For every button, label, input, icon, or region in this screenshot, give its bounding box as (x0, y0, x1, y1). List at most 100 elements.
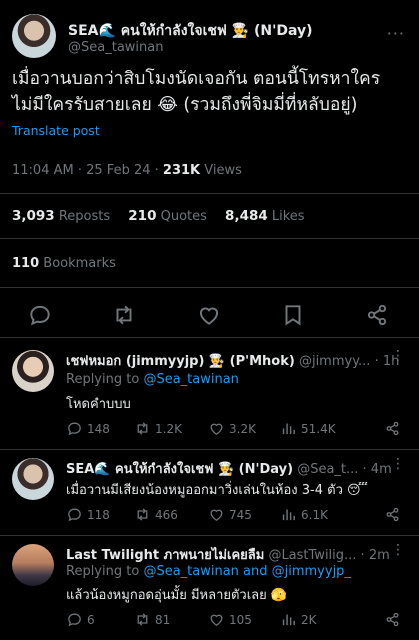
repost-icon[interactable] (111, 302, 137, 328)
views-count: 6.1K (301, 507, 328, 522)
reply-text: เมื่อวานมีเสียงน้องหมูออกมาวิ่งเล่นในห้อ… (66, 483, 368, 498)
replying-to: Replying to @Sea_tawinan and @jimmyyjp_ (66, 564, 351, 579)
like-icon (210, 423, 223, 435)
reply-action-reply[interactable]: 6 (66, 611, 95, 628)
author-handle[interactable]: @Sea_tawinan (68, 40, 163, 55)
quotes-count[interactable]: 210 (128, 208, 156, 224)
reply-action-reply[interactable]: 118 (66, 506, 110, 523)
like-icon (210, 509, 223, 521)
reply-action-views[interactable]: 51.4K (280, 420, 336, 437)
translate-post-link[interactable]: Translate post (12, 123, 100, 138)
reply-display-name[interactable]: SEA🌊 คนให้กำลังใจเชฟ 👨‍🍳 (N'Day) (66, 462, 293, 477)
reply-header: เชฟหมอก (jimmyyjp) 👨‍🍳 (P'Mhok) @jimmyy.… (66, 350, 406, 371)
reposts-label[interactable]: Reposts (59, 209, 110, 224)
repost-icon (137, 613, 148, 626)
repost-icon (137, 422, 148, 435)
reply-actions: 118 466 745 6.1K (66, 506, 406, 526)
reply-display-name[interactable]: เชฟหมอก (jimmyyjp) 👨‍🍳 (P'Mhok) (66, 354, 295, 369)
replying-to-link[interactable]: @Sea_tawinan (143, 372, 238, 387)
views-count: 2K (301, 612, 317, 627)
author-display-name[interactable]: SEA🌊 คนให้กำลังใจเชฟ 👨‍🍳 (N'Day) (68, 20, 313, 42)
main-tweet: SEA🌊 คนให้กำลังใจเชฟ 👨‍🍳 (N'Day) @Sea_ta… (0, 0, 419, 340)
tweet-actions (0, 298, 419, 332)
reply-actions: 6 81 105 2K (66, 611, 406, 631)
tweet-text: เมื่อวานบอกว่าสิบโมงนัดเจอกัน ตอนนี้โทรห… (12, 69, 381, 115)
divider (0, 287, 419, 288)
reply-handle-time[interactable]: @Sea_t... · 4m (297, 462, 392, 477)
more-icon[interactable]: ⋮ (391, 348, 405, 364)
repost-icon (137, 508, 148, 521)
reply-handle-time[interactable]: @LastTwilig... · 2m (268, 548, 389, 563)
reply-text: แล้วน้องหมูกอดอุ่นมั้ย มีหลายตัวเลย 🫣 (66, 588, 288, 603)
tweet-date[interactable]: 25 Feb 24 (86, 163, 150, 178)
reply-icon (68, 422, 81, 436)
reply-avatar[interactable] (12, 544, 54, 586)
reply-text: โหดคำบบบ (66, 397, 131, 412)
reply-actions: 148 1.2K 3.2K 51.4K (66, 420, 406, 440)
reply-count: 148 (87, 421, 110, 436)
reply-action-views[interactable]: 2K (280, 611, 317, 628)
bookmarks-stat[interactable]: 110 Bookmarks (12, 256, 116, 271)
like-count: 3.2K (229, 421, 256, 436)
author-avatar[interactable] (12, 14, 56, 58)
reply-action-views[interactable]: 6.1K (280, 506, 328, 523)
bookmark-icon[interactable] (280, 302, 306, 328)
share-icon[interactable] (384, 506, 401, 523)
like-icon[interactable] (196, 302, 222, 328)
share-icon[interactable] (384, 611, 401, 628)
reply-action-like[interactable]: 3.2K (208, 420, 256, 437)
replying-to: Replying to @Sea_tawinan (66, 372, 239, 387)
bookmarks-count: 110 (12, 256, 40, 271)
divider (0, 238, 419, 239)
views-icon (282, 614, 295, 626)
quotes-label[interactable]: Quotes (161, 209, 207, 224)
reply-icon (68, 613, 81, 627)
like-count: 105 (229, 612, 252, 627)
reply-action-like[interactable]: 105 (208, 611, 252, 628)
like-count: 745 (229, 507, 252, 522)
likes-count[interactable]: 8,484 (225, 208, 268, 224)
reply-count: 6 (87, 612, 95, 627)
like-icon (210, 614, 223, 626)
engagement-stats: 3,093 Reposts 210 Quotes 8,484 Likes (12, 208, 305, 224)
repost-count: 1.2K (155, 421, 182, 436)
reply-avatar[interactable] (12, 350, 54, 392)
views-label: Views (204, 163, 242, 178)
replying-to-link[interactable]: @Sea_tawinan and @jimmyyjp_ (143, 564, 351, 579)
reply-item[interactable]: SEA🌊 คนให้กำลังใจเชฟ 👨‍🍳 (N'Day) @Sea_t.… (0, 450, 419, 536)
reply-action-repost[interactable]: 1.2K (134, 420, 182, 437)
repost-count: 81 (155, 612, 171, 627)
share-icon[interactable] (384, 420, 401, 437)
reply-item[interactable]: เชฟหมอก (jimmyyjp) 👨‍🍳 (P'Mhok) @jimmyy.… (0, 338, 419, 450)
views-icon (282, 509, 295, 521)
repost-count: 466 (155, 507, 178, 522)
reply-avatar[interactable] (12, 458, 54, 500)
share-icon[interactable] (364, 302, 390, 328)
more-icon[interactable]: ··· (387, 24, 405, 43)
more-icon[interactable]: ⋮ (391, 542, 405, 558)
divider (0, 193, 419, 194)
views-count: 231K (162, 163, 201, 178)
reply-count: 118 (87, 507, 110, 522)
reply-icon[interactable] (27, 302, 53, 328)
reply-header: Last Twilight ภาพนายไม่เคยลืม @LastTwili… (66, 544, 406, 565)
reply-action-reply[interactable]: 148 (66, 420, 110, 437)
bookmarks-label: Bookmarks (43, 256, 116, 271)
reply-handle-time[interactable]: @jimmyy... · 1h (299, 354, 399, 369)
reply-action-repost[interactable]: 466 (134, 506, 178, 523)
views-count: 51.4K (301, 421, 336, 436)
tweet-meta: 11:04 AM · 25 Feb 24 · 231K Views (12, 163, 242, 178)
likes-label[interactable]: Likes (272, 209, 305, 224)
reply-action-like[interactable]: 745 (208, 506, 252, 523)
replying-prefix: Replying to (66, 372, 140, 387)
reply-action-repost[interactable]: 81 (134, 611, 170, 628)
reply-icon (68, 508, 81, 522)
tweet-time[interactable]: 11:04 AM (12, 163, 74, 178)
replying-prefix: Replying to (66, 564, 140, 579)
views-icon (282, 423, 295, 435)
reply-display-name[interactable]: Last Twilight ภาพนายไม่เคยลืม (66, 548, 264, 563)
reply-header: SEA🌊 คนให้กำลังใจเชฟ 👨‍🍳 (N'Day) @Sea_t.… (66, 458, 406, 479)
reply-item[interactable]: Last Twilight ภาพนายไม่เคยลืม @LastTwili… (0, 536, 419, 640)
reposts-count[interactable]: 3,093 (12, 208, 55, 224)
more-icon[interactable]: ⋮ (391, 456, 405, 472)
